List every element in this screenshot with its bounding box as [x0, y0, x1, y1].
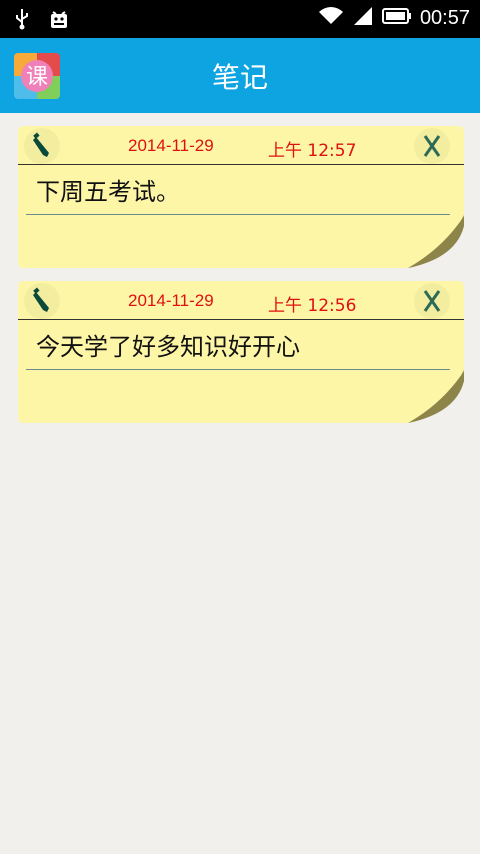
note-underline: [26, 369, 450, 370]
android-debug-icon: [48, 8, 70, 34]
note-content: 下周五考试。: [36, 178, 180, 206]
note-header-divider: [18, 164, 464, 165]
note-card[interactable]: 2014-11-29 上午 12:57 下周五考试。: [18, 126, 464, 268]
app-bar: 课 笔记: [0, 38, 480, 113]
clock: 00:57: [419, 6, 470, 29]
battery-icon: [381, 7, 412, 29]
note-underline: [26, 214, 450, 215]
usb-icon: [14, 8, 30, 34]
note-date: 2014-11-29: [128, 136, 214, 155]
signal-icon: [352, 6, 374, 30]
note-date: 2014-11-29: [128, 291, 214, 310]
edit-button[interactable]: [24, 283, 60, 319]
wifi-icon: [318, 6, 344, 30]
close-icon: [423, 290, 441, 312]
note-time: 上午 12:56: [268, 296, 357, 316]
delete-button[interactable]: [414, 283, 450, 319]
note-time: 上午 12:57: [268, 141, 357, 161]
close-icon: [423, 135, 441, 157]
pencil-icon: [33, 287, 49, 312]
pencil-icon: [33, 132, 49, 157]
edit-button[interactable]: [24, 128, 60, 164]
page-title: 笔记: [211, 61, 268, 94]
note-header-divider: [18, 319, 464, 320]
note-content: 今天学了好多知识好开心: [36, 333, 300, 361]
delete-button[interactable]: [414, 128, 450, 164]
status-bar: 00:57: [0, 0, 480, 38]
note-card[interactable]: 2014-11-29 上午 12:56 今天学了好多知识好开心: [18, 281, 464, 423]
